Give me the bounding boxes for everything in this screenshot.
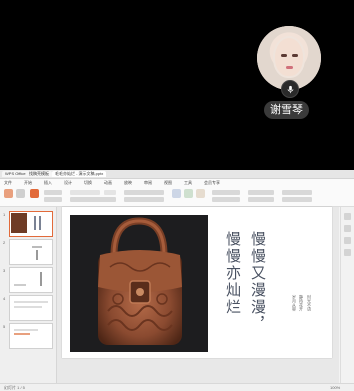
font-size-select[interactable] — [104, 190, 116, 195]
replace-button[interactable] — [282, 197, 312, 202]
right-tool-panel — [340, 207, 354, 383]
slide-thumbnail[interactable]: 5 — [3, 323, 53, 349]
shape-icon[interactable] — [184, 189, 193, 198]
menu-member[interactable]: 会员专享 — [204, 179, 220, 186]
slide-thumbnail[interactable]: 3 — [3, 267, 53, 293]
document-tab-bar: WPS Office 找稿壳模板 毛毛亦灿烂 - 演示文稿.pptx — [0, 170, 354, 179]
new-slide-icon[interactable] — [30, 189, 39, 198]
menu-file[interactable]: 文件 — [4, 179, 12, 186]
menu-slideshow[interactable]: 放映 — [124, 179, 132, 186]
paragraph-buttons[interactable] — [124, 190, 164, 195]
textbox-icon[interactable] — [172, 189, 181, 198]
design-icon[interactable] — [344, 225, 351, 232]
layout-button[interactable] — [44, 190, 62, 195]
comment-icon[interactable] — [344, 249, 351, 256]
property-icon[interactable] — [344, 213, 351, 220]
leather-bag-image[interactable] — [70, 215, 208, 352]
find-button[interactable] — [282, 190, 312, 195]
reset-button[interactable] — [44, 197, 62, 202]
fill-button[interactable] — [212, 197, 240, 202]
caller-name: 谢雪琴 — [264, 101, 309, 119]
menu-bar: 文件 开始 插入 设计 切换 动画 放映 审阅 视图 工具 会员专享 — [0, 179, 354, 186]
animation-icon[interactable] — [344, 237, 351, 244]
wps-presentation-window: WPS Office 找稿壳模板 毛毛亦灿烂 - 演示文稿.pptx 文件 开始… — [0, 170, 354, 391]
font-family-select[interactable] — [70, 190, 100, 195]
menu-view[interactable]: 视图 — [164, 179, 172, 186]
slide-editing-canvas: 慢慢又漫漫， 慢慢亦灿烂 时光不语 静待花开 岁月从容 — [57, 207, 339, 383]
slide-title-line2[interactable]: 慢慢亦灿烂 — [223, 231, 244, 316]
tab-template[interactable]: 找稿壳模板 — [26, 171, 52, 177]
microphone-icon[interactable] — [281, 80, 299, 98]
video-call-overlay: 谢雪琴 — [0, 0, 354, 170]
slide-thumbnail[interactable]: 4 — [3, 295, 53, 321]
effects-button[interactable] — [248, 197, 274, 202]
alignment-buttons[interactable] — [124, 197, 164, 202]
menu-design[interactable]: 设计 — [64, 179, 72, 186]
picture-icon[interactable] — [196, 189, 205, 198]
tab-wps-home[interactable]: WPS Office — [2, 171, 29, 177]
menu-review[interactable]: 审阅 — [144, 179, 152, 186]
ribbon-toolbar — [0, 186, 354, 207]
format-painter-icon[interactable] — [16, 189, 25, 198]
menu-transition[interactable]: 切换 — [84, 179, 92, 186]
slide-subtitle-line3[interactable]: 岁月从容 — [291, 295, 297, 311]
menu-tools[interactable]: 工具 — [184, 179, 192, 186]
arrange-button[interactable] — [212, 190, 240, 195]
slide-thumbnail-pane: 1 2 3 4 5 — [0, 207, 57, 383]
slide-subtitle-line1[interactable]: 时光不语 — [306, 295, 312, 311]
tab-presentation[interactable]: 毛毛亦灿烂 - 演示文稿.pptx — [52, 171, 107, 177]
text-format-buttons[interactable] — [70, 197, 116, 202]
paste-icon[interactable] — [4, 189, 13, 198]
menu-home[interactable]: 开始 — [24, 179, 32, 186]
current-slide[interactable]: 慢慢又漫漫， 慢慢亦灿烂 时光不语 静待花开 岁月从容 — [62, 207, 332, 358]
slide-title-line1[interactable]: 慢慢又漫漫， — [248, 231, 269, 333]
menu-insert[interactable]: 插入 — [44, 179, 52, 186]
slide-subtitle-line2[interactable]: 静待花开 — [298, 295, 304, 311]
slide-thumbnail[interactable]: 2 — [3, 239, 53, 265]
outline-button[interactable] — [248, 190, 274, 195]
slide-thumbnail[interactable]: 1 — [3, 211, 53, 237]
menu-animation[interactable]: 动画 — [104, 179, 112, 186]
